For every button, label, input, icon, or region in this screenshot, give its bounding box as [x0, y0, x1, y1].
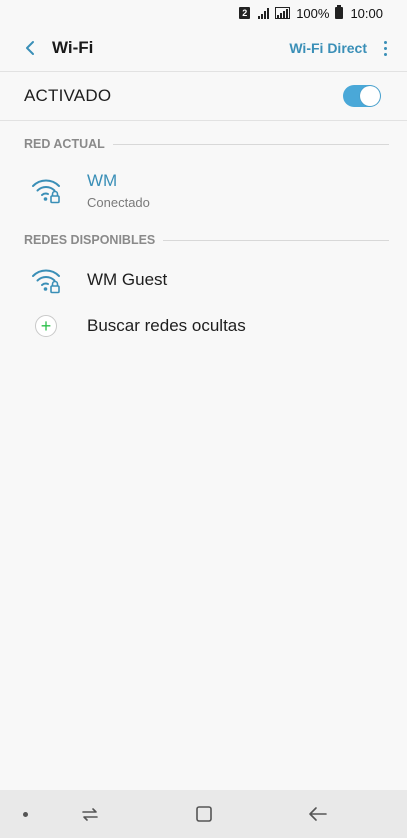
clock: 10:00	[350, 5, 383, 21]
available-network-item[interactable]: WM Guest	[0, 263, 407, 297]
recents-icon	[82, 808, 98, 821]
app-bar: Wi-Fi Wi-Fi Direct	[0, 26, 407, 70]
wifi-master-switch-row[interactable]: ACTIVADO	[0, 72, 407, 120]
add-icon: +	[35, 315, 57, 337]
more-options-button[interactable]	[367, 26, 403, 70]
battery-percent: 100%	[296, 5, 330, 21]
back-button[interactable]	[10, 26, 50, 70]
status-bar: 2 100% 10:00	[0, 0, 407, 26]
page-title: Wi-Fi	[52, 38, 94, 57]
back-nav-button[interactable]	[304, 802, 332, 826]
current-network-status: Conectado	[87, 194, 150, 210]
current-network-header: RED ACTUAL	[24, 137, 389, 151]
nav-indicator-dot	[23, 812, 28, 817]
current-network-header-label: RED ACTUAL	[24, 137, 105, 151]
battery-icon	[335, 5, 344, 19]
search-hidden-networks-button[interactable]: + Buscar redes ocultas	[0, 310, 407, 342]
back-nav-icon	[309, 807, 327, 821]
available-network-name: WM Guest	[87, 270, 168, 289]
current-network-name: WM	[87, 170, 118, 190]
back-arrow-icon	[26, 41, 34, 55]
master-switch-label: ACTIVADO	[24, 86, 112, 105]
recents-button[interactable]	[76, 802, 104, 826]
wifi-direct-button[interactable]: Wi-Fi Direct	[289, 40, 367, 56]
wifi-lock-icon	[32, 179, 60, 204]
available-networks-header: REDES DISPONIBLES	[24, 233, 389, 247]
search-hidden-networks-label: Buscar redes ocultas	[87, 316, 246, 335]
signal-strength-icon	[258, 7, 270, 19]
current-network-item[interactable]: WM Conectado	[0, 168, 407, 212]
navigation-bar	[0, 790, 407, 838]
signal-strength-icon-2	[275, 7, 291, 19]
home-icon	[196, 806, 212, 822]
more-vert-icon	[383, 40, 387, 56]
home-button[interactable]	[190, 802, 218, 826]
wifi-toggle[interactable]	[343, 85, 381, 107]
divider	[0, 120, 407, 121]
sim-slot-icon: 2	[239, 7, 251, 19]
wifi-lock-icon	[32, 269, 60, 294]
available-networks-header-label: REDES DISPONIBLES	[24, 233, 156, 247]
